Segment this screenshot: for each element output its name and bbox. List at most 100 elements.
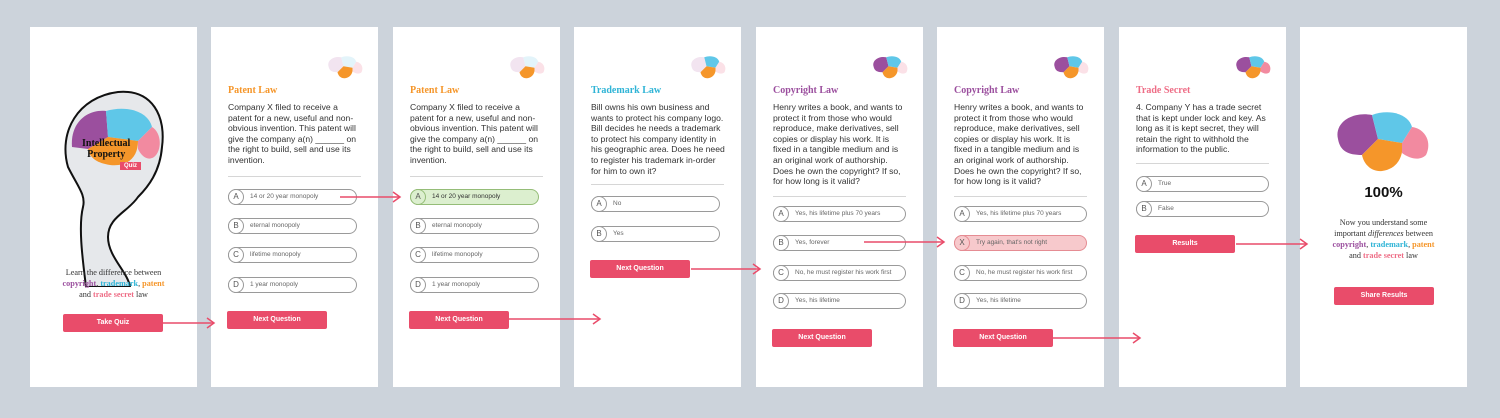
option-letter: D — [773, 293, 789, 309]
intro-line-1: Learn the difference between — [65, 268, 162, 277]
logo-badge: Quiz — [120, 162, 141, 170]
divider — [954, 196, 1087, 197]
next-question-button[interactable]: Next Question — [772, 329, 872, 347]
screen-trade-secret-question: Trade Secret 4. Company Y has a trade se… — [1119, 27, 1286, 387]
option-letter: B — [591, 226, 607, 242]
option-a[interactable]: A Yes, his lifetime plus 70 years — [773, 206, 906, 222]
kw-copyright: copyright — [62, 279, 97, 288]
option-c[interactable]: C No, he must register his work first — [773, 265, 906, 281]
between-text: between — [1405, 229, 1433, 238]
option-label: No — [613, 200, 622, 207]
option-d[interactable]: D Yes, his lifetime — [773, 293, 906, 309]
kw-trademark: trademark — [1370, 240, 1409, 249]
option-d[interactable]: D Yes, his lifetime — [954, 293, 1087, 309]
brain-icon — [508, 55, 546, 79]
option-a[interactable]: A No — [591, 196, 720, 212]
kw-copyright: copyright — [1332, 240, 1367, 249]
option-b[interactable]: B Yes, forever — [773, 235, 906, 251]
question-title: Trade Secret — [1136, 85, 1191, 96]
brain-icon — [1234, 55, 1272, 79]
next-question-button[interactable]: Next Question — [227, 311, 327, 329]
question-text: Bill owns his own business and wants to … — [591, 102, 725, 176]
option-label: Yes, his lifetime plus 70 years — [795, 210, 881, 217]
results-button[interactable]: Results — [1135, 235, 1235, 253]
question-title: Patent Law — [228, 85, 278, 96]
intro-text: Learn the difference between copyright, … — [38, 267, 189, 300]
option-label: lifetime monopoly — [250, 251, 301, 258]
option-d[interactable]: D 1 year monopoly — [410, 277, 539, 293]
option-b-wrong[interactable]: X Try again, that's not right — [954, 235, 1087, 251]
question-text: Henry writes a book, and wants to protec… — [954, 102, 1084, 187]
wrong-x-icon: X — [954, 235, 970, 251]
option-a[interactable]: A Yes, his lifetime plus 70 years — [954, 206, 1087, 222]
logo-line-1: Intellectual — [82, 138, 131, 149]
divider — [1136, 163, 1269, 164]
screen-results: 100% Now you understand some important d… — [1300, 27, 1467, 387]
brain-icon — [1052, 55, 1090, 79]
next-question-button[interactable]: Next Question — [590, 260, 690, 278]
option-letter: C — [228, 247, 244, 263]
score: 100% — [1364, 184, 1403, 201]
option-label: Try again, that's not right — [976, 239, 1048, 246]
brain-icon — [689, 55, 727, 79]
option-label: Yes, his lifetime — [976, 297, 1021, 304]
option-label: 1 year monopoly — [432, 281, 481, 288]
kw-patent: patent — [142, 279, 165, 288]
option-letter: A — [773, 206, 789, 222]
option-letter: A — [1136, 176, 1152, 192]
option-letter: C — [410, 247, 426, 263]
option-c[interactable]: Clifetime monopoly — [410, 247, 539, 263]
option-b[interactable]: B Yes — [591, 226, 720, 242]
option-a-correct[interactable]: A 14 or 20 year monopoly — [410, 189, 539, 205]
next-question-button[interactable]: Next Question — [409, 311, 509, 329]
option-label: True — [1158, 180, 1172, 187]
option-letter: C — [773, 265, 789, 281]
and-text: and — [79, 290, 91, 299]
law-text: law — [136, 290, 148, 299]
option-b[interactable]: Beternal monopoly — [410, 218, 539, 234]
question-title: Copyright Law — [954, 85, 1020, 96]
next-question-button[interactable]: Next Question — [953, 329, 1053, 347]
option-d[interactable]: D 1 year monopoly — [228, 277, 357, 293]
option-letter: A — [591, 196, 607, 212]
option-c[interactable]: C No, he must register his work first — [954, 265, 1087, 281]
results-line-2: important differences between — [1308, 228, 1459, 239]
option-letter: D — [954, 293, 970, 309]
law-text: law — [1406, 251, 1418, 260]
question-title: Copyright Law — [773, 85, 839, 96]
option-label: Yes, forever — [795, 239, 830, 246]
option-letter: B — [228, 218, 244, 234]
option-letter: B — [410, 218, 426, 234]
option-true[interactable]: A True — [1136, 176, 1269, 192]
share-results-button[interactable]: Share Results — [1334, 287, 1434, 305]
brain-large-icon — [1332, 107, 1432, 175]
question-title: Trademark Law — [591, 85, 662, 96]
option-label: Yes, his lifetime plus 70 years — [976, 210, 1062, 217]
option-label: 14 or 20 year monopoly — [432, 193, 501, 200]
screen-copyright-question: Copyright Law Henry writes a book, and w… — [756, 27, 923, 387]
option-label: False — [1158, 205, 1174, 212]
screen-trademark-question: Trademark Law Bill owns his own business… — [574, 27, 741, 387]
option-label: 14 or 20 year monopoly — [250, 193, 319, 200]
head-illustration — [64, 90, 164, 287]
question-text: 4. Company Y has a trade secret that is … — [1136, 102, 1266, 155]
screen-patent-correct: Patent Law Company X filed to receive a … — [393, 27, 560, 387]
kw-patent: patent — [1412, 240, 1435, 249]
option-b[interactable]: Beternal monopoly — [228, 218, 357, 234]
option-a[interactable]: A 14 or 20 year monopoly — [228, 189, 357, 205]
and-text: and — [1349, 251, 1361, 260]
take-quiz-button[interactable]: Take Quiz — [63, 314, 163, 332]
intro-line-3: and trade secret law — [38, 289, 189, 300]
differences-text: differences — [1367, 229, 1404, 238]
results-text: Now you understand some important differ… — [1308, 217, 1459, 261]
question-title: Patent Law — [410, 85, 460, 96]
option-false[interactable]: B False — [1136, 201, 1269, 217]
option-letter: D — [228, 277, 244, 293]
screen-copyright-wrong: Copyright Law Henry writes a book, and w… — [937, 27, 1104, 387]
option-label: Yes, his lifetime — [795, 297, 840, 304]
important-text: important — [1334, 229, 1366, 238]
screen-patent-question: Patent Law Company X filed to receive a … — [211, 27, 378, 387]
divider — [591, 184, 724, 185]
results-line-1: Now you understand some — [1339, 218, 1428, 227]
option-c[interactable]: Clifetime monopoly — [228, 247, 357, 263]
